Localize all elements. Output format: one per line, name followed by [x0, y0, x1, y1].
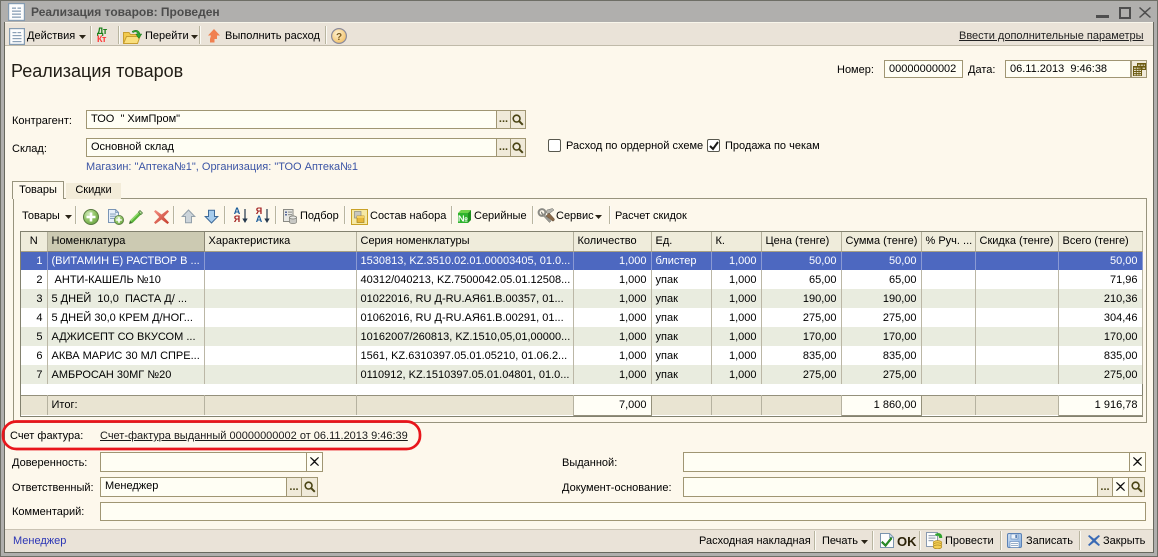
svg-text:№: №	[458, 214, 468, 224]
svg-text:?: ?	[336, 32, 342, 43]
